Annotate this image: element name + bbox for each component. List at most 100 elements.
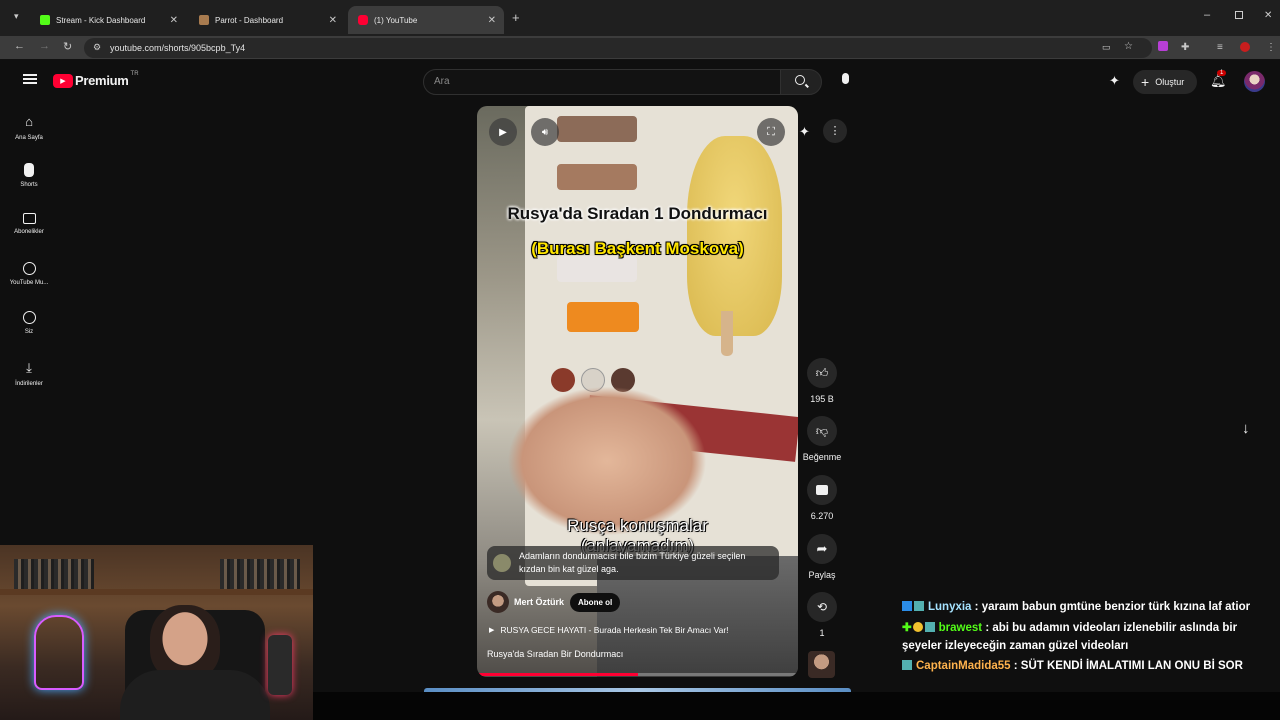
hamburger-menu-icon[interactable] bbox=[23, 74, 37, 84]
youtube-favicon-icon bbox=[358, 15, 368, 25]
like-button[interactable]: 👍︎ 195 B bbox=[802, 358, 842, 404]
channel-row: Mert Öztürk Abone ol bbox=[487, 591, 621, 613]
youtube-music-icon bbox=[22, 262, 36, 275]
profile-icon[interactable] bbox=[1240, 42, 1250, 52]
shorts-video-player[interactable]: ▶ 🔊︎ ⛶ Rusya'da Sıradan 1 Dondurmacı (Bu… bbox=[477, 106, 798, 677]
chocolate-bar-image bbox=[557, 116, 637, 142]
reload-icon[interactable]: ↻ bbox=[63, 40, 72, 53]
remix-button[interactable]: ⟲ 1 bbox=[802, 592, 842, 638]
share-label: Paylaş bbox=[808, 570, 836, 580]
youtube-play-logo-icon: ▶ bbox=[53, 73, 73, 88]
tab-title: Stream - Kick Dashboard bbox=[56, 15, 146, 25]
extension-icon[interactable] bbox=[1158, 41, 1168, 51]
close-tab-icon[interactable]: ✕ bbox=[488, 15, 496, 26]
url-text: youtube.com/shorts/905bcpb_Ty4 bbox=[110, 43, 246, 53]
sidebar-item-you[interactable]: Siz bbox=[0, 311, 58, 335]
restore-icon[interactable] bbox=[1235, 11, 1243, 19]
chat-badge-icon: ✚ bbox=[902, 622, 912, 634]
sidebar-item-downloads[interactable]: ⤓ İndirilenler bbox=[0, 360, 58, 387]
sidebar-item-label: İndirilenler bbox=[15, 381, 43, 387]
share-arrow-icon: ➦ bbox=[816, 541, 828, 556]
sidebar-item-label: Abonelikler bbox=[14, 229, 44, 235]
channel-name[interactable]: Mert Öztürk bbox=[514, 597, 564, 607]
sidebar-item-shorts[interactable]: Shorts bbox=[0, 163, 58, 188]
sidebar-item-youtube-music[interactable]: YouTube Mu... bbox=[0, 262, 58, 286]
chat-badge-icon bbox=[914, 601, 924, 611]
tab-youtube[interactable]: (1) YouTube ✕ bbox=[348, 6, 504, 34]
share-button[interactable]: ➦ Paylaş bbox=[802, 534, 842, 580]
more-options-icon[interactable]: ⋮ bbox=[823, 119, 847, 143]
chat-badge-icon bbox=[924, 622, 935, 632]
thumbs-up-icon: 👍︎ bbox=[815, 365, 829, 380]
sound-thumbnail[interactable] bbox=[808, 651, 835, 678]
playlist-title: RUSYA GECE HAYATI - Burada Herkesin Tek … bbox=[500, 625, 729, 635]
new-tab-icon[interactable]: + bbox=[512, 10, 520, 25]
browser-menu-icon[interactable]: ⋮ bbox=[1266, 42, 1276, 53]
comment-icon bbox=[816, 485, 828, 495]
tab-parrot[interactable]: Parrot - Dashboard ✕ bbox=[189, 6, 345, 34]
media-control-icon[interactable]: ≡ bbox=[1217, 42, 1223, 53]
sidebar-item-subscriptions[interactable]: Abonelikler bbox=[0, 213, 58, 235]
tab-kick[interactable]: Stream - Kick Dashboard ✕ bbox=[30, 6, 186, 34]
dislike-label: Beğenme bbox=[802, 452, 842, 462]
create-button[interactable]: + Oluştur bbox=[1133, 70, 1197, 94]
voice-search-icon[interactable] bbox=[842, 73, 849, 84]
next-video-arrow-icon[interactable]: ↓ bbox=[1242, 420, 1250, 437]
address-bar[interactable]: ⚙ youtube.com/shorts/905bcpb_Ty4 ▭ ☆ bbox=[84, 38, 1152, 58]
extensions-puzzle-icon[interactable]: ✚ bbox=[1181, 42, 1189, 53]
creme-brulee-bar-image bbox=[557, 164, 637, 190]
search-input[interactable]: Ara bbox=[423, 69, 781, 95]
site-info-icon[interactable]: ⚙ bbox=[93, 42, 101, 53]
play-button[interactable]: ▶ bbox=[489, 118, 517, 146]
channel-avatar[interactable] bbox=[487, 591, 509, 613]
close-tab-icon[interactable]: ✕ bbox=[170, 15, 178, 26]
browser-tab-bar: ▾ Stream - Kick Dashboard ✕ Parrot - Das… bbox=[0, 0, 1280, 36]
chat-message: ✚ brawest : abi bu adamın videoları izlen… bbox=[902, 619, 1272, 655]
tab-title: Parrot - Dashboard bbox=[215, 15, 284, 25]
create-label: Oluştur bbox=[1155, 77, 1185, 87]
cast-icon[interactable]: ▭ bbox=[1102, 42, 1111, 53]
parrot-favicon-icon bbox=[199, 15, 209, 25]
gemini-sparkle-icon[interactable]: ✦ bbox=[1109, 73, 1120, 89]
back-icon[interactable]: ← bbox=[14, 40, 25, 52]
caption-title: Rusya'da Sıradan 1 Dondurmacı bbox=[507, 204, 768, 223]
sidebar-item-label: Shorts bbox=[20, 182, 38, 188]
orange-glaze-bar-image bbox=[567, 302, 639, 332]
sidebar-item-home[interactable]: ⌂ Ana Sayfa bbox=[0, 114, 58, 141]
youtube-logo[interactable]: ▶ Premium TR bbox=[53, 71, 139, 88]
shorts-icon bbox=[24, 163, 34, 177]
progress-bar[interactable] bbox=[477, 673, 798, 676]
chat-text: : yaraım babun gmtüne benzior türk kızın… bbox=[974, 601, 1251, 613]
minimize-icon[interactable]: – bbox=[1204, 9, 1210, 21]
sidebar-item-label: Siz bbox=[24, 329, 34, 335]
close-window-icon[interactable]: ✕ bbox=[1264, 10, 1272, 21]
tab-list-chevron-icon[interactable]: ▾ bbox=[14, 11, 19, 22]
remix-icon: ⟲ bbox=[816, 600, 828, 614]
chat-badge-icon bbox=[902, 601, 912, 611]
avatar[interactable] bbox=[1244, 71, 1265, 92]
pinned-comment[interactable]: Adamların dondurmacısı bile bizim Türkiy… bbox=[487, 546, 779, 580]
comments-button[interactable]: 6.270 bbox=[802, 475, 842, 521]
close-tab-icon[interactable]: ✕ bbox=[329, 15, 337, 26]
sidebar-item-label: Ana Sayfa bbox=[15, 135, 43, 141]
chat-username: brawest bbox=[938, 622, 983, 634]
forward-icon[interactable]: → bbox=[39, 40, 50, 52]
fullscreen-button[interactable]: ⛶ bbox=[757, 118, 785, 146]
dislike-button[interactable]: 👎︎ Beğenme bbox=[802, 416, 842, 462]
logo-text: Premium bbox=[75, 73, 129, 88]
books bbox=[14, 559, 94, 589]
search-icon bbox=[795, 75, 805, 85]
streamer-webcam bbox=[0, 545, 313, 720]
shelf bbox=[0, 589, 313, 595]
gemini-sparkle-icon[interactable]: ✦ bbox=[799, 124, 810, 140]
search-button[interactable] bbox=[780, 69, 822, 95]
ice-cream-stick bbox=[721, 311, 733, 356]
subscribe-button[interactable]: Abone ol bbox=[570, 592, 621, 612]
bookmark-star-icon[interactable]: ☆ bbox=[1124, 41, 1133, 52]
chat-badge-icon bbox=[912, 622, 923, 632]
volume-button[interactable]: 🔊︎ bbox=[531, 118, 559, 146]
ice-cream-bar-image bbox=[687, 136, 782, 336]
playlist-link[interactable]: ▶ RUSYA GECE HAYATI - Burada Herkesin Te… bbox=[489, 625, 729, 635]
home-icon: ⌂ bbox=[25, 114, 33, 129]
chat-username: Lunyxia bbox=[928, 601, 972, 613]
